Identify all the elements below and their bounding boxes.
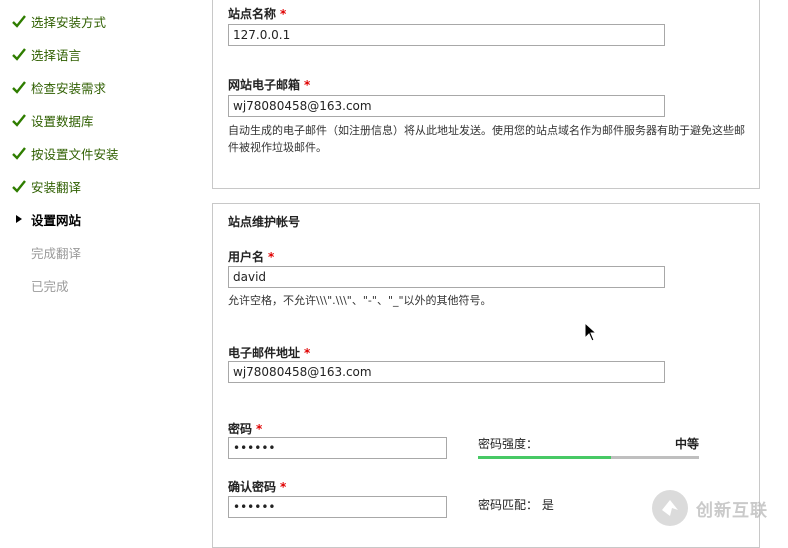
required-marker: *	[268, 250, 275, 264]
site-email-label: 网站电子邮箱 *	[228, 78, 311, 92]
password-strength-label: 密码强度：	[478, 437, 539, 451]
step-label: 设置网站	[31, 212, 82, 228]
username-label: 用户名 *	[228, 250, 275, 264]
password-strength-bar	[478, 456, 699, 459]
check-icon	[11, 79, 27, 95]
watermark-logo-icon	[652, 490, 688, 526]
password-label: 密码 *	[228, 422, 263, 436]
required-marker: *	[256, 422, 263, 436]
step-label: 完成翻译	[31, 245, 82, 261]
site-name-label: 站点名称 *	[228, 7, 287, 21]
step-label: 选择语言	[31, 47, 82, 63]
site-name-input[interactable]: 127.0.0.1	[228, 24, 665, 46]
check-icon	[11, 46, 27, 62]
account-email-label: 电子邮件地址 *	[228, 346, 311, 360]
site-email-input[interactable]: wj78080458@163.com	[228, 95, 665, 117]
password-strength-fill	[478, 456, 611, 459]
required-marker: *	[280, 480, 287, 494]
site-email-description: 自动生成的电子邮件（如注册信息）将从此地址发送。使用您的站点域名作为邮件服务器有…	[228, 124, 745, 154]
username-input[interactable]: david	[228, 266, 665, 288]
fieldset-legend: 站点维护帐号	[228, 215, 301, 229]
confirm-password-label: 确认密码 *	[228, 480, 287, 494]
password-strength-value: 中等	[674, 437, 699, 451]
required-marker: *	[304, 346, 311, 360]
password-input[interactable]: ••••••	[228, 437, 447, 459]
step-label: 选择安装方式	[31, 14, 107, 30]
step-label: 安装翻译	[31, 179, 82, 195]
check-icon	[11, 178, 27, 194]
account-email-input[interactable]: wj78080458@163.com	[228, 361, 665, 383]
site-information-fieldset: 站点名称 * 127.0.0.1 网站电子邮箱 * wj78080458@163.c…	[212, 0, 760, 189]
step-label: 检查安装需求	[31, 80, 107, 96]
mouse-cursor-icon	[584, 322, 598, 342]
username-description: 允许空格，不允许\\\".\\\"、"-"、"_"以外的其他符号。	[228, 294, 492, 307]
watermark-text: 创新互联	[696, 500, 768, 521]
required-marker: *	[280, 7, 287, 21]
step-label: 按设置文件安装	[31, 146, 119, 162]
step-label: 已完成	[31, 278, 69, 294]
password-match-indicator: 密码匹配： 是	[478, 498, 554, 512]
current-arrow-icon	[11, 211, 27, 227]
step-label: 设置数据库	[31, 113, 94, 129]
check-icon	[11, 145, 27, 161]
required-marker: *	[304, 78, 311, 92]
check-icon	[11, 13, 27, 29]
watermark-logo: 创新互联	[650, 484, 786, 532]
check-icon	[11, 112, 27, 128]
confirm-password-input[interactable]: ••••••	[228, 496, 447, 518]
